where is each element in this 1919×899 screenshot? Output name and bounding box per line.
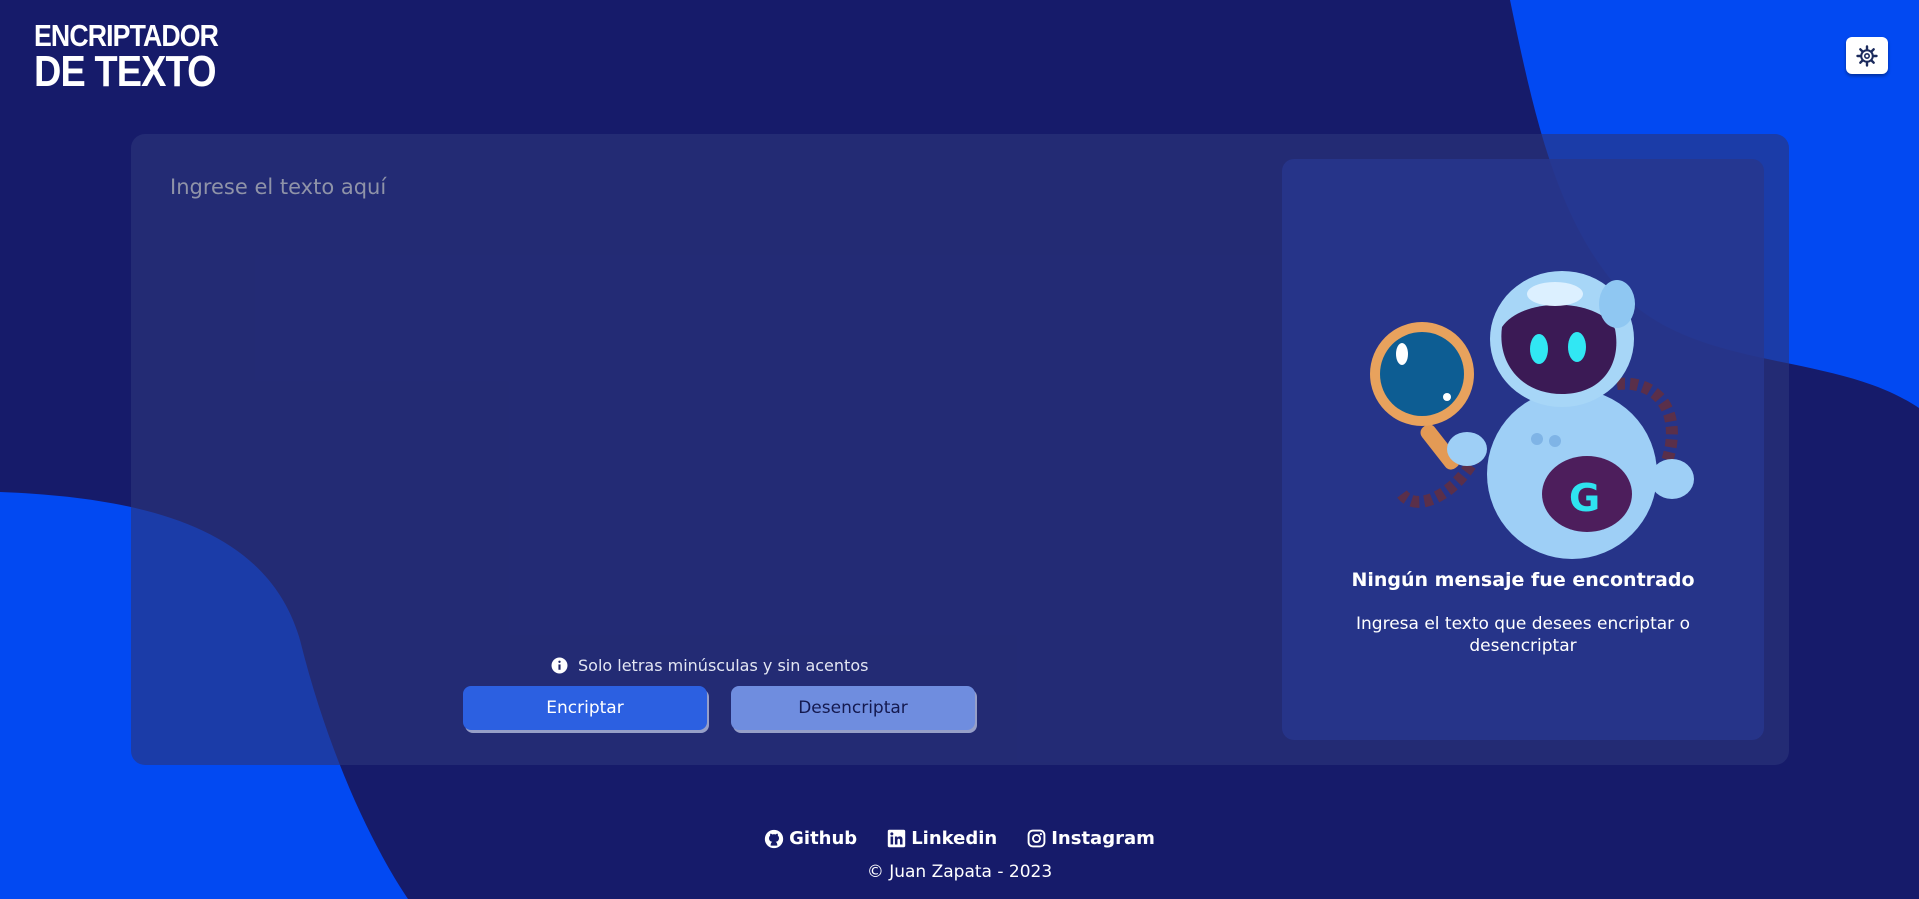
copyright: © Juan Zapata - 2023 bbox=[866, 862, 1053, 882]
input-hint: Solo letras minúsculas y sin acentos bbox=[551, 656, 868, 675]
theme-toggle-button[interactable] bbox=[1846, 37, 1888, 74]
robot-magnifier-illustration: G bbox=[1370, 271, 1694, 559]
footer-links: Github Linkedin Instagram bbox=[0, 828, 1919, 849]
info-icon bbox=[551, 657, 568, 674]
instagram-link[interactable]: Instagram bbox=[1027, 828, 1155, 849]
gear-icon bbox=[1856, 44, 1878, 67]
decrypt-button[interactable]: Desencriptar bbox=[731, 686, 975, 730]
logo-line-2: DE TEXTO bbox=[34, 47, 217, 96]
hint-text: Solo letras minúsculas y sin acentos bbox=[578, 656, 869, 675]
github-label: Github bbox=[789, 828, 858, 849]
encrypt-button[interactable]: Encriptar bbox=[463, 686, 707, 730]
linkedin-label: Linkedin bbox=[911, 828, 998, 849]
text-input[interactable] bbox=[168, 170, 1222, 624]
result-subtitle: Ingresa el texto que desees encriptar o … bbox=[1356, 614, 1690, 656]
app-logo: ENCRIPTADOR DE TEXTO bbox=[34, 20, 248, 94]
linkedin-icon bbox=[887, 829, 906, 848]
result-panel: G Ningún mensaje fue encontrado Ingresa … bbox=[1282, 159, 1764, 740]
github-link[interactable]: Github bbox=[764, 828, 857, 849]
svg-text:G: G bbox=[1569, 476, 1600, 520]
instagram-label: Instagram bbox=[1051, 828, 1155, 849]
github-icon bbox=[764, 829, 784, 848]
instagram-icon bbox=[1027, 829, 1046, 848]
result-title: Ningún mensaje fue encontrado bbox=[1351, 569, 1695, 591]
linkedin-link[interactable]: Linkedin bbox=[887, 828, 997, 849]
